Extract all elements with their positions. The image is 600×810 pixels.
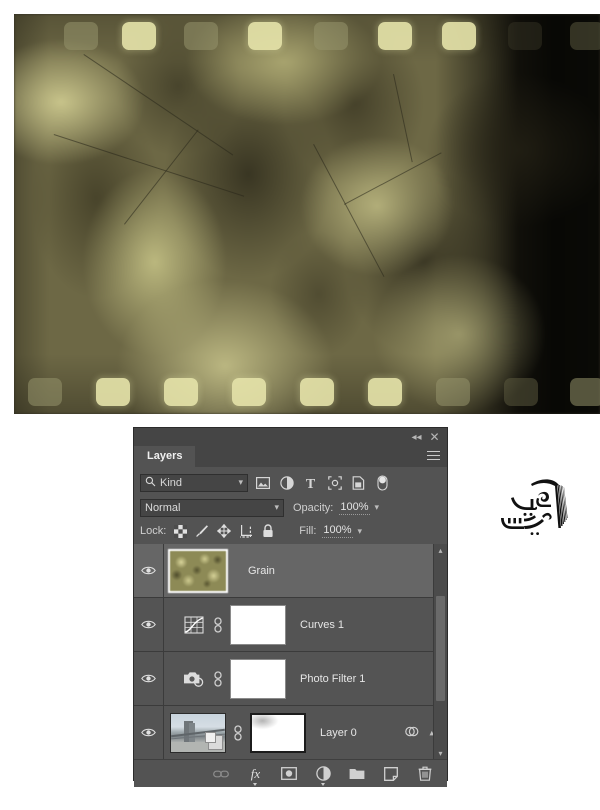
eye-icon[interactable] <box>141 673 156 684</box>
filter-type-icons: T <box>255 474 390 491</box>
layer-visibility-cell[interactable] <box>134 544 164 597</box>
layer-list-scrollbar[interactable]: ▴ ▾ <box>433 544 447 759</box>
eye-icon[interactable] <box>141 727 156 738</box>
scroll-down-icon[interactable]: ▾ <box>434 747 447 759</box>
tadris-web-logo <box>495 468 575 540</box>
close-icon[interactable]: ✕ <box>428 431 441 444</box>
layer-thumbnail-cell[interactable] <box>164 548 228 593</box>
lock-image-pixels-icon[interactable] <box>195 524 209 538</box>
search-icon <box>145 476 156 490</box>
filter-toggle-icon[interactable] <box>375 474 390 491</box>
blend-mode-value: Normal <box>145 501 181 514</box>
filter-type-icon[interactable]: T <box>303 475 318 490</box>
layer-thumbnail-cell[interactable] <box>164 604 286 645</box>
link-mask-icon[interactable] <box>210 669 226 689</box>
layer-mask-thumbnail[interactable] <box>230 604 286 645</box>
fill-label: Fill: <box>299 525 317 537</box>
layer-visibility-cell[interactable] <box>134 652 164 705</box>
lock-artboard-nesting-icon[interactable] <box>239 524 253 538</box>
smart-filter-icon[interactable] <box>404 724 419 742</box>
grunge-texture <box>14 14 600 414</box>
filter-kind-select[interactable]: Kind ▾ <box>140 473 248 492</box>
opacity-label: Opacity: <box>293 501 334 514</box>
layer-style-button[interactable]: fx <box>247 766 263 782</box>
lock-all-icon[interactable] <box>261 524 275 538</box>
blend-mode-select[interactable]: Normal ▾ <box>140 498 284 517</box>
layer-list: Grain Curves 1 Photo Filter 1 Layer 0 ▴ … <box>134 544 447 759</box>
layer-thumbnail-cell[interactable] <box>164 712 306 753</box>
film-photo-area <box>0 0 600 428</box>
eye-icon[interactable] <box>141 619 156 630</box>
filter-shape-icon[interactable] <box>327 475 342 490</box>
layer-name[interactable]: Photo Filter 1 <box>300 673 365 685</box>
layer-name[interactable]: Grain <box>248 565 275 577</box>
svg-text:T: T <box>306 477 316 490</box>
chevron-down-icon[interactable]: ▾ <box>274 502 279 513</box>
lock-row: Lock: Fill: 100% ▾ <box>134 518 447 544</box>
link-mask-icon[interactable] <box>230 723 246 743</box>
layer-thumbnail[interactable] <box>168 548 228 593</box>
layer-name[interactable]: Curves 1 <box>300 619 344 631</box>
opacity-input[interactable]: 100% <box>339 501 370 515</box>
film-strip-image <box>14 14 600 414</box>
opacity-chevron-down-icon[interactable]: ▾ <box>375 502 380 513</box>
filter-smart-object-icon[interactable] <box>351 475 366 490</box>
scrollbar-thumb[interactable] <box>436 596 445 701</box>
link-mask-icon[interactable] <box>210 615 226 635</box>
curves-adjustment-icon[interactable] <box>182 613 206 637</box>
svg-text:fx: fx <box>250 766 260 781</box>
layer-name[interactable]: Layer 0 <box>320 727 357 739</box>
lock-position-icon[interactable] <box>217 524 232 538</box>
lock-label: Lock: <box>140 525 167 537</box>
lock-icons <box>173 524 275 538</box>
layer-mask-thumbnail[interactable] <box>250 712 306 753</box>
table-row[interactable]: Photo Filter 1 <box>134 652 447 706</box>
table-row[interactable]: Curves 1 <box>134 598 447 652</box>
filter-pixel-icon[interactable] <box>255 475 270 490</box>
new-group-button[interactable] <box>349 766 365 782</box>
scroll-up-icon[interactable]: ▴ <box>434 544 447 556</box>
layers-panel-footer: fx <box>134 759 447 787</box>
layer-visibility-cell[interactable] <box>134 598 164 651</box>
filter-kind-label: Kind <box>160 476 183 489</box>
layer-filter-row: Kind ▾ T <box>134 467 447 495</box>
double-chevron-left-icon[interactable]: ◂◂ <box>410 431 423 444</box>
table-row[interactable]: Grain <box>134 544 447 598</box>
layer-visibility-cell[interactable] <box>134 706 164 759</box>
tab-layers[interactable]: Layers <box>134 446 196 467</box>
panel-tabrow: Layers <box>134 446 447 467</box>
eye-icon[interactable] <box>141 565 156 576</box>
link-layers-button[interactable] <box>213 766 229 782</box>
layers-panel: ◂◂ ✕ Layers Kind ▾ T Normal ▾ Opacity: 1… <box>134 428 447 787</box>
chevron-down-icon[interactable]: ▾ <box>238 477 243 488</box>
layer-thumbnail[interactable] <box>170 712 226 753</box>
panel-body: Kind ▾ T Normal ▾ Opacity: 100% ▾ Lock: … <box>134 467 447 787</box>
fill-chevron-down-icon[interactable]: ▾ <box>358 526 363 537</box>
layer-mask-thumbnail[interactable] <box>230 658 286 699</box>
panel-titlebar: ◂◂ ✕ <box>134 428 447 446</box>
add-layer-mask-button[interactable] <box>281 766 297 782</box>
new-layer-button[interactable] <box>383 766 399 782</box>
delete-layer-button[interactable] <box>417 766 433 782</box>
lock-transparent-pixels-icon[interactable] <box>173 524 187 538</box>
new-fill-adjustment-button[interactable] <box>315 766 331 782</box>
photo-filter-adjustment-icon[interactable] <box>182 667 206 691</box>
panel-menu-icon[interactable] <box>427 451 440 462</box>
filter-adjustment-icon[interactable] <box>279 475 294 490</box>
blend-mode-row: Normal ▾ Opacity: 100% ▾ <box>134 495 447 518</box>
fill-input[interactable]: 100% <box>322 524 353 538</box>
layer-thumbnail-cell[interactable] <box>164 658 286 699</box>
table-row[interactable]: Layer 0 ▴ <box>134 706 447 759</box>
